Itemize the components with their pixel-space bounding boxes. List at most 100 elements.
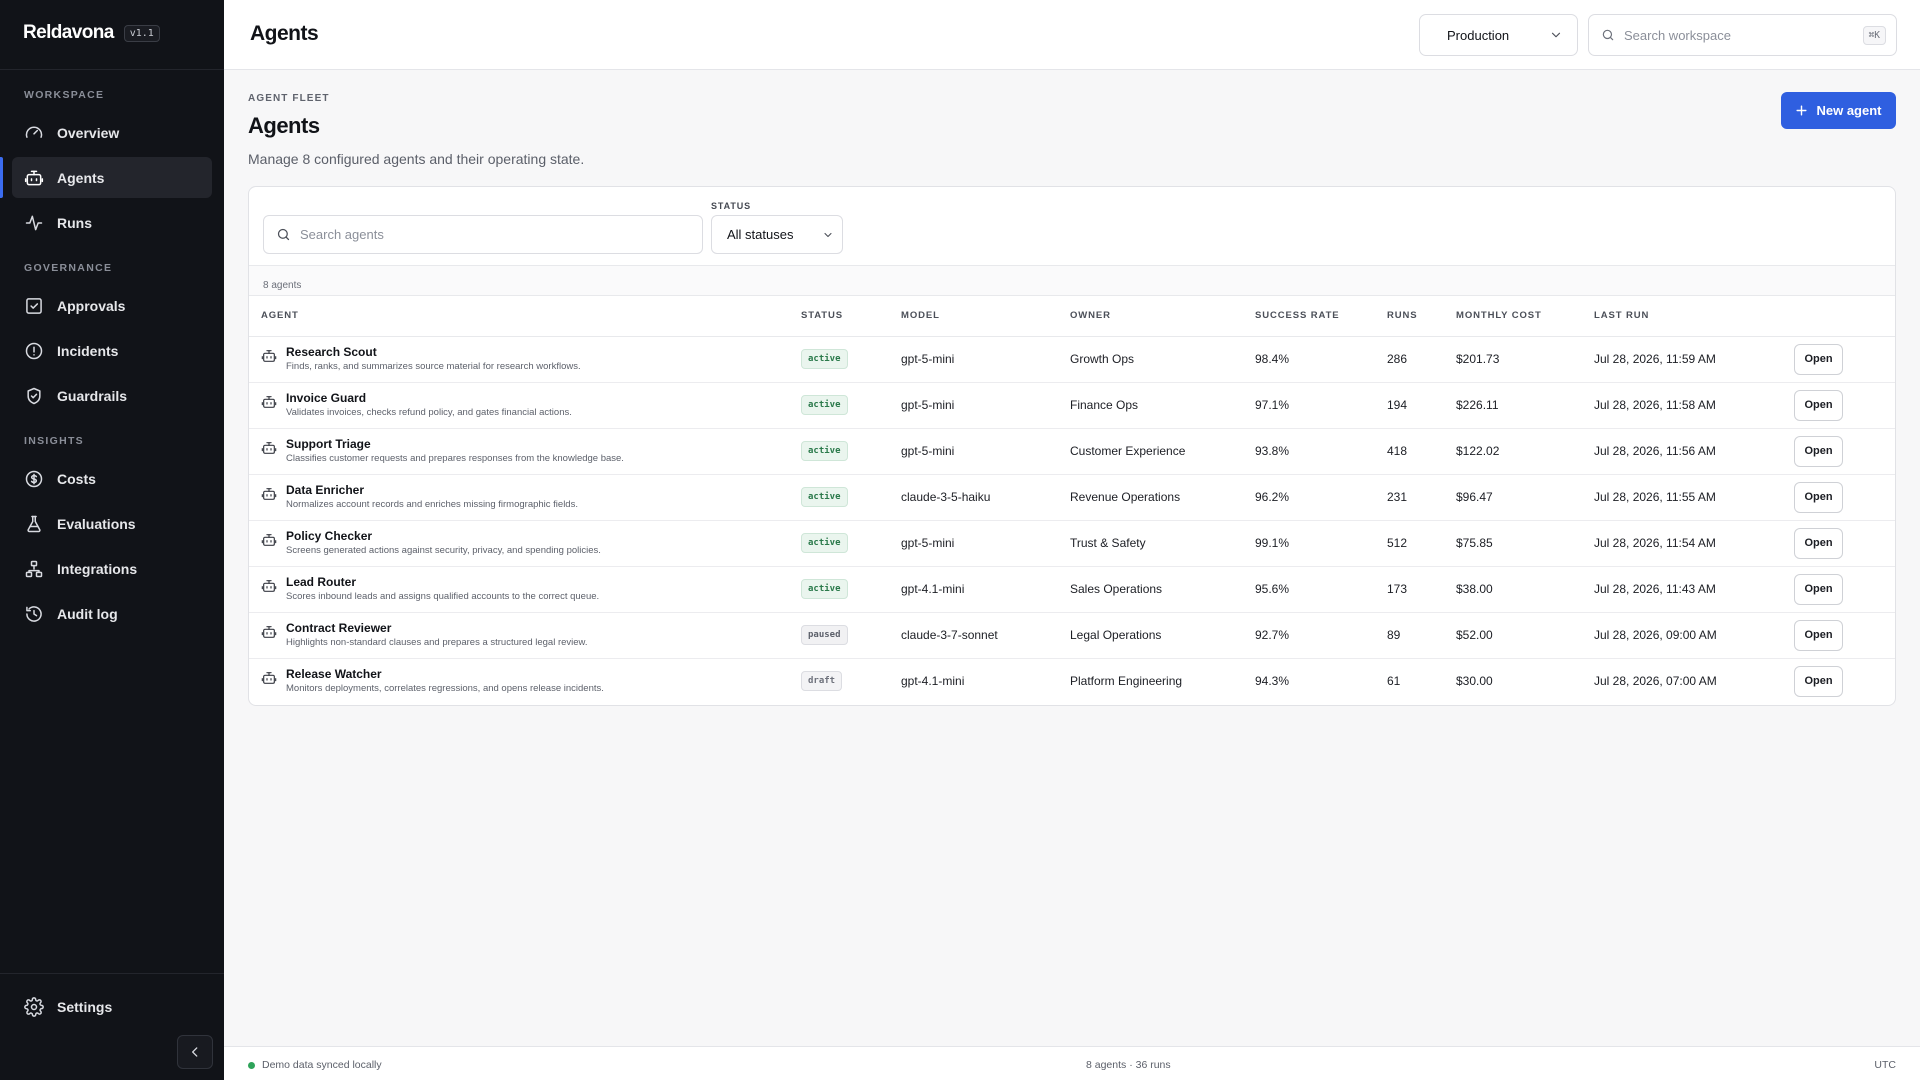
- owner-cell: Customer Experience: [1070, 428, 1255, 475]
- open-agent-button[interactable]: Open: [1794, 665, 1843, 697]
- agent-search-input[interactable]: [300, 227, 690, 242]
- agent-description: Normalizes account records and enriches …: [286, 499, 578, 510]
- agent-cell: Research Scout Finds, ranks, and summariz…: [249, 336, 801, 383]
- table-row[interactable]: Invoice Guard Validates invoices, checks …: [249, 382, 1895, 429]
- runs-cell: 512: [1387, 520, 1456, 567]
- last-run-cell: Jul 28, 2026, 07:00 AM: [1594, 674, 1717, 689]
- status-badge: active: [801, 349, 848, 369]
- model-cell: claude-3-7-sonnet: [901, 612, 1070, 659]
- collapse-sidebar-button[interactable]: [177, 1035, 213, 1069]
- open-agent-button[interactable]: Open: [1794, 619, 1843, 651]
- status-footer: Demo data synced locally 8 agents · 36 r…: [224, 1046, 1920, 1080]
- sidebar-item-label: Overview: [57, 124, 120, 141]
- sidebar-item-agents[interactable]: Agents: [12, 157, 212, 198]
- monthly-cost-cell: $30.00: [1456, 674, 1493, 689]
- table-row[interactable]: Contract Reviewer Highlights non-standard…: [249, 612, 1895, 659]
- footer-summary: 8 agents · 36 runs: [1086, 1059, 1171, 1071]
- open-agent-button[interactable]: Open: [1794, 435, 1843, 467]
- open-agent-button[interactable]: Open: [1794, 343, 1843, 375]
- agent-name[interactable]: Support Triage: [286, 436, 624, 452]
- status-filter-value: All statuses: [727, 227, 794, 242]
- success-rate-cell: 94.3%: [1255, 674, 1290, 689]
- sidebar-item-label: Evaluations: [57, 515, 136, 532]
- open-agent-button[interactable]: Open: [1794, 481, 1843, 513]
- status-cell: active: [801, 428, 901, 475]
- sidebar-item-integrations[interactable]: Integrations: [12, 548, 212, 589]
- runs-cell: 418: [1387, 428, 1456, 475]
- bot-icon: [261, 626, 277, 638]
- table-row[interactable]: Data Enricher Normalizes account records …: [249, 474, 1895, 521]
- table-row[interactable]: Release Watcher Monitors deployments, cor…: [249, 658, 1895, 704]
- new-agent-button[interactable]: New agent: [1781, 92, 1896, 129]
- section-label-insights: INSIGHTS: [24, 435, 84, 447]
- sidebar-item-guardrails[interactable]: Guardrails: [12, 375, 212, 416]
- table-row[interactable]: Research Scout Finds, ranks, and summariz…: [249, 336, 1895, 383]
- sidebar-item-label: Costs: [57, 470, 96, 487]
- bot-icon: [261, 488, 277, 500]
- agent-count: 8 agents: [249, 265, 1895, 296]
- monthly-cost-cell: $201.73: [1456, 336, 1594, 383]
- bot-icon: [261, 442, 277, 454]
- sidebar-item-incidents[interactable]: Incidents: [12, 330, 212, 371]
- agents-card: STATUS All statuses 8 agents AGENT STATU…: [248, 186, 1896, 706]
- status-filter-label: STATUS: [711, 201, 752, 211]
- agent-name[interactable]: Policy Checker: [286, 528, 601, 544]
- sidebar-item-costs[interactable]: Costs: [12, 458, 212, 499]
- column-header-last-run[interactable]: LAST RUN: [1594, 296, 1794, 337]
- agent-name[interactable]: Lead Router: [286, 574, 599, 590]
- status-filter-select[interactable]: All statuses: [711, 215, 843, 254]
- open-agent-button[interactable]: Open: [1794, 573, 1843, 605]
- column-header-agent[interactable]: AGENT: [249, 296, 801, 337]
- runs-cell: 194: [1387, 382, 1456, 429]
- sidebar-item-settings[interactable]: Settings: [12, 986, 212, 1027]
- open-agent-button[interactable]: Open: [1794, 527, 1843, 559]
- success-rate-cell: 98.4%: [1255, 336, 1387, 383]
- workspace-search-input[interactable]: [1624, 27, 1854, 43]
- check-square-icon: [26, 297, 42, 314]
- column-header-status[interactable]: STATUS: [801, 296, 901, 337]
- column-header-runs[interactable]: RUNS: [1387, 296, 1456, 337]
- column-header-monthly-cost[interactable]: MONTHLY COST: [1456, 296, 1594, 337]
- agent-description: Highlights non-standard clauses and prep…: [286, 637, 588, 648]
- agent-name[interactable]: Release Watcher: [286, 666, 604, 682]
- sidebar-item-label: Integrations: [57, 560, 138, 577]
- actions-cell: Open: [1794, 428, 1895, 475]
- table-row[interactable]: Lead Router Scores inbound leads and assi…: [249, 566, 1895, 613]
- workspace-search: ⌘K: [1588, 14, 1897, 56]
- open-agent-button[interactable]: Open: [1794, 389, 1843, 421]
- sidebar-item-evaluations[interactable]: Evaluations: [12, 503, 212, 544]
- divider: [0, 69, 224, 70]
- sidebar-item-audit-log[interactable]: Audit log: [12, 593, 212, 634]
- owner-cell: Legal Operations: [1070, 612, 1255, 659]
- sidebar-item-runs[interactable]: Runs: [12, 202, 212, 243]
- brand: Reldavona v1.1: [23, 22, 160, 44]
- agent-name[interactable]: Data Enricher: [286, 482, 578, 498]
- monthly-cost-cell: $38.00: [1456, 566, 1594, 613]
- column-header-model[interactable]: MODEL: [901, 296, 1070, 337]
- column-header-success-rate[interactable]: SUCCESS RATE: [1255, 296, 1387, 337]
- agent-name[interactable]: Invoice Guard: [286, 390, 572, 406]
- table-row[interactable]: Support Triage Classifies customer reques…: [249, 428, 1895, 475]
- environment-value: Production: [1447, 27, 1510, 43]
- shortcut-hint: ⌘K: [1862, 25, 1886, 45]
- agents-table: AGENT STATUS MODEL OWNER SUCCESS RATE RU…: [249, 296, 1895, 704]
- agent-name[interactable]: Research Scout: [286, 344, 581, 360]
- success-rate-cell: 93.8%: [1255, 428, 1387, 475]
- sidebar-item-label: Settings: [57, 998, 113, 1015]
- agent-description: Validates invoices, checks refund policy…: [286, 407, 572, 418]
- sidebar-item-label: Agents: [57, 169, 105, 186]
- actions-cell: Open: [1794, 474, 1895, 521]
- history-icon: [26, 605, 42, 622]
- bot-icon: [261, 580, 277, 592]
- column-header-owner[interactable]: OWNER: [1070, 296, 1255, 337]
- agent-cell: Release Watcher Monitors deployments, cor…: [249, 658, 801, 704]
- sidebar-item-overview[interactable]: Overview: [12, 112, 212, 153]
- table-row[interactable]: Policy Checker Screens generated actions …: [249, 520, 1895, 567]
- environment-select[interactable]: Production: [1419, 14, 1578, 56]
- agent-name[interactable]: Contract Reviewer: [286, 620, 588, 636]
- gauge-icon: [25, 126, 43, 138]
- sidebar-item-approvals[interactable]: Approvals: [12, 285, 212, 326]
- model-cell: gpt-5-mini: [901, 382, 1070, 429]
- status-cell: active: [801, 474, 901, 521]
- plus-icon: [1796, 105, 1808, 116]
